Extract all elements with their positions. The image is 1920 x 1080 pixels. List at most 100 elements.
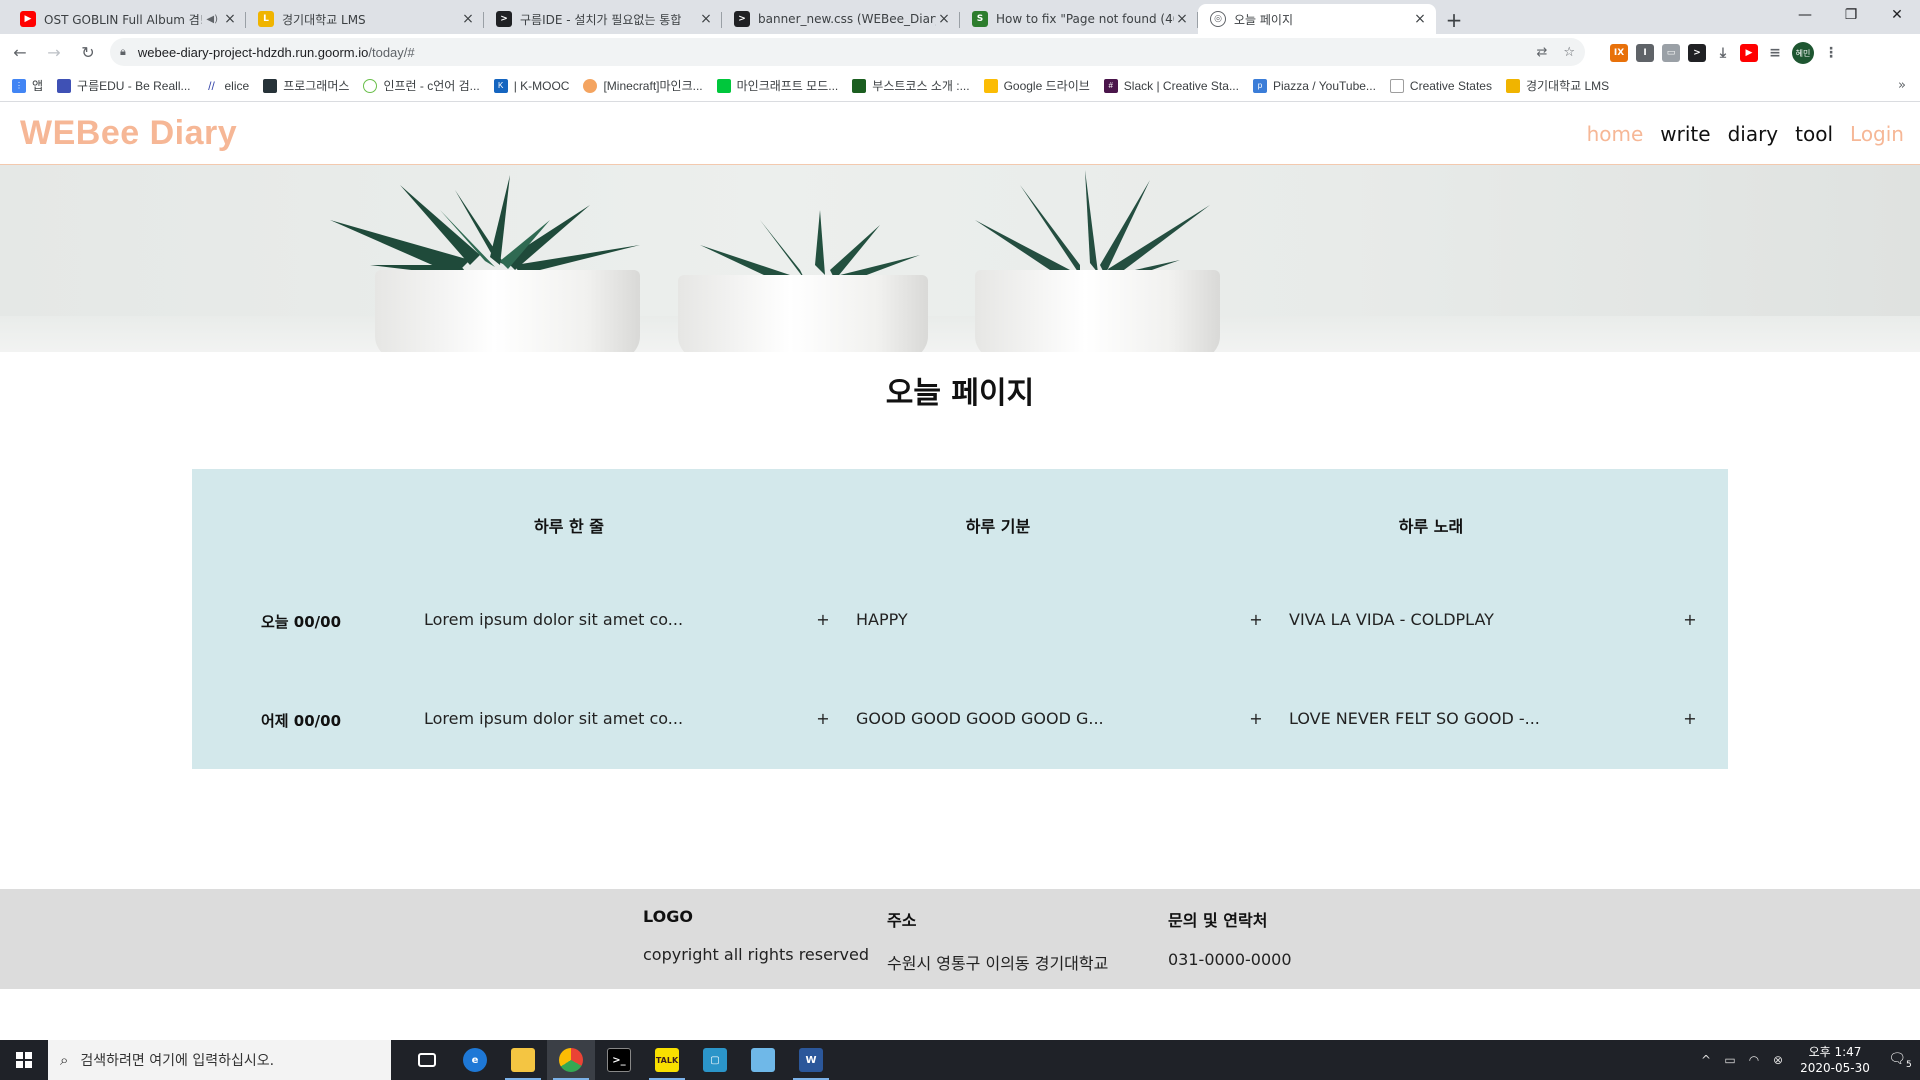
web-page: WEBee Diary home write diary tool Login: [0, 103, 1920, 1039]
nav-write[interactable]: write: [1660, 122, 1710, 146]
add-line-yesterday-button[interactable]: +: [815, 709, 831, 728]
notepad-icon[interactable]: [739, 1040, 787, 1080]
system-tray: ^ ▭ ◠ ⊗ 오후 1:47 2020-05-30 🗨︎5: [1694, 1040, 1920, 1080]
windows-start-icon[interactable]: [0, 1040, 48, 1080]
close-tab-icon[interactable]: ×: [1412, 11, 1428, 27]
apps-grid-icon: ⋮: [12, 78, 26, 93]
close-tab-icon[interactable]: ×: [222, 11, 238, 27]
today-line-cell[interactable]: Lorem ipsum dolor sit amet co...: [424, 610, 683, 629]
volume-muted-icon[interactable]: ⊗: [1766, 1053, 1790, 1067]
site-header: WEBee Diary home write diary tool Login: [0, 103, 1920, 165]
nav-diary[interactable]: diary: [1728, 122, 1779, 146]
close-tab-icon[interactable]: ×: [936, 11, 952, 27]
site-logo[interactable]: WEBee Diary: [20, 114, 237, 153]
bookmark-item[interactable]: //elice: [204, 78, 249, 93]
tab-title: banner_new.css (WEBee_Diary_P: [758, 12, 936, 26]
task-view-icon[interactable]: [403, 1040, 451, 1080]
browser-tab[interactable]: L 경기대학교 LMS ×: [246, 4, 484, 34]
succulent-plants-illustration: [330, 170, 1210, 285]
add-line-today-button[interactable]: +: [815, 610, 831, 629]
add-song-today-button[interactable]: +: [1682, 610, 1698, 629]
notification-icon[interactable]: 🗨︎5: [1880, 1051, 1920, 1070]
taskbar: ⌕ 검색하려면 여기에 입력하십시오. e >_ TALK ▢ W ^ ▭ ◠ …: [0, 1040, 1920, 1080]
terminal-icon: >: [496, 11, 512, 27]
menu-icon[interactable]: ⋮: [1822, 44, 1840, 62]
add-mood-yesterday-button[interactable]: +: [1248, 709, 1264, 728]
bookmark-favicon: [583, 78, 598, 93]
add-song-yesterday-button[interactable]: +: [1682, 709, 1698, 728]
bookmark-item[interactable]: 마인크래프트 모드...: [716, 77, 838, 94]
media-control-icon[interactable]: ≡: [1766, 44, 1784, 62]
extension-icon[interactable]: IX: [1610, 44, 1628, 62]
bookmark-item[interactable]: # Slack | Creative Sta...: [1103, 78, 1239, 93]
today-mood-cell[interactable]: HAPPY: [856, 610, 908, 629]
nav-home[interactable]: home: [1587, 122, 1644, 146]
close-tab-icon[interactable]: ×: [698, 11, 714, 27]
chrome-icon[interactable]: [547, 1040, 595, 1080]
extension-icon[interactable]: ▭: [1662, 44, 1680, 62]
bookmark-item[interactable]: 경기대학교 LMS: [1505, 77, 1609, 94]
bookmark-item[interactable]: Google 드라이브: [983, 77, 1090, 94]
bookmark-item[interactable]: p Piazza / YouTube...: [1252, 78, 1376, 93]
taskbar-search-input[interactable]: ⌕ 검색하려면 여기에 입력하십시오.: [48, 1040, 391, 1080]
wifi-icon[interactable]: ◠: [1742, 1053, 1766, 1067]
bookmark-item[interactable]: Creative States: [1389, 78, 1492, 93]
app-icon[interactable]: ▢: [691, 1040, 739, 1080]
browser-tab[interactable]: S How to fix "Page not found (40 ×: [960, 4, 1198, 34]
browser-tab[interactable]: ▶ OST GOBLIN Full Album 겸! ◀︎) ×: [8, 4, 246, 34]
youtube-icon[interactable]: ▶: [1740, 44, 1758, 62]
nav-login[interactable]: Login: [1850, 122, 1904, 146]
back-icon[interactable]: ←: [6, 38, 34, 66]
chevron-up-icon[interactable]: ^: [1694, 1053, 1718, 1067]
reload-icon[interactable]: ↻: [74, 38, 102, 66]
bookmark-item[interactable]: 인프런 - c언어 검...: [363, 77, 480, 94]
speaker-mute-icon[interactable]: ◀︎): [206, 14, 218, 25]
edge-icon[interactable]: e: [451, 1040, 499, 1080]
close-tab-icon[interactable]: ×: [1174, 11, 1190, 27]
restore-icon[interactable]: ❐: [1828, 0, 1874, 30]
lock-icon[interactable]: 🔒︎: [120, 45, 126, 59]
bookmark-star-icon[interactable]: ☆: [1563, 45, 1575, 60]
download-icon[interactable]: ⤓: [1714, 44, 1732, 62]
word-icon[interactable]: W: [787, 1040, 835, 1080]
chevron-double-right-icon[interactable]: »: [1898, 78, 1906, 93]
extension-icon[interactable]: I: [1636, 44, 1654, 62]
translate-icon[interactable]: ⇄: [1536, 45, 1547, 60]
bookmark-item[interactable]: K | K-MOOC: [493, 78, 569, 93]
tab-title: OST GOBLIN Full Album 겸!: [44, 12, 203, 27]
file-explorer-icon[interactable]: [499, 1040, 547, 1080]
address-bar[interactable]: 🔒︎ webee-diary-project-hdzdh.run.goorm.i…: [110, 38, 1585, 66]
bookmark-item[interactable]: [Minecraft]마인크...: [583, 77, 703, 94]
bookmark-item[interactable]: 부스트코스 소개 :...: [852, 77, 970, 94]
kakaotalk-icon[interactable]: TALK: [643, 1040, 691, 1080]
close-tab-icon[interactable]: ×: [460, 11, 476, 27]
today-song-cell[interactable]: VIVA LA VIDA - COLDPLAY: [1289, 610, 1494, 629]
browser-tab[interactable]: > banner_new.css (WEBee_Diary_P ×: [722, 4, 960, 34]
yesterday-song-cell[interactable]: LOVE NEVER FELT SO GOOD -...: [1289, 709, 1540, 728]
globe-icon: ◎: [1210, 11, 1226, 27]
forward-icon[interactable]: →: [40, 38, 68, 66]
close-window-icon[interactable]: ✕: [1874, 0, 1920, 30]
minimize-icon[interactable]: —: [1782, 0, 1828, 30]
url-text[interactable]: webee-diary-project-hdzdh.run.goorm.io/t…: [138, 45, 1521, 60]
terminal-icon[interactable]: >_: [595, 1040, 643, 1080]
add-mood-today-button[interactable]: +: [1248, 610, 1264, 629]
avatar[interactable]: 혜민: [1792, 42, 1814, 64]
new-tab-button[interactable]: +: [1440, 6, 1468, 34]
youtube-icon: ▶: [20, 11, 36, 27]
terminal-icon[interactable]: >: [1688, 44, 1706, 62]
extensions-bar: IX I ▭ > ⤓ ▶ ≡ 혜민 ⋮: [1610, 42, 1840, 64]
browser-tab-active[interactable]: ◎ 오늘 페이지 ×: [1198, 4, 1436, 34]
browser-tab[interactable]: > 구름IDE - 설치가 필요없는 통합 ×: [484, 4, 722, 34]
battery-icon[interactable]: ▭: [1718, 1053, 1742, 1067]
column-header-line: 하루 한 줄: [533, 517, 605, 536]
column-header-mood: 하루 기분: [965, 517, 1031, 536]
footer-address: 수원시 영통구 이의동 경기대학교: [887, 954, 1109, 973]
yesterday-mood-cell[interactable]: GOOD GOOD GOOD GOOD G...: [856, 709, 1104, 728]
yesterday-line-cell[interactable]: Lorem ipsum dolor sit amet co...: [424, 709, 683, 728]
bookmark-apps[interactable]: ⋮ 앱: [12, 77, 43, 94]
bookmark-item[interactable]: 구름EDU - Be Reall...: [57, 77, 191, 94]
clock[interactable]: 오후 1:47 2020-05-30: [1790, 1044, 1880, 1076]
nav-tool[interactable]: tool: [1795, 122, 1833, 146]
bookmark-item[interactable]: 프로그래머스: [263, 77, 349, 94]
